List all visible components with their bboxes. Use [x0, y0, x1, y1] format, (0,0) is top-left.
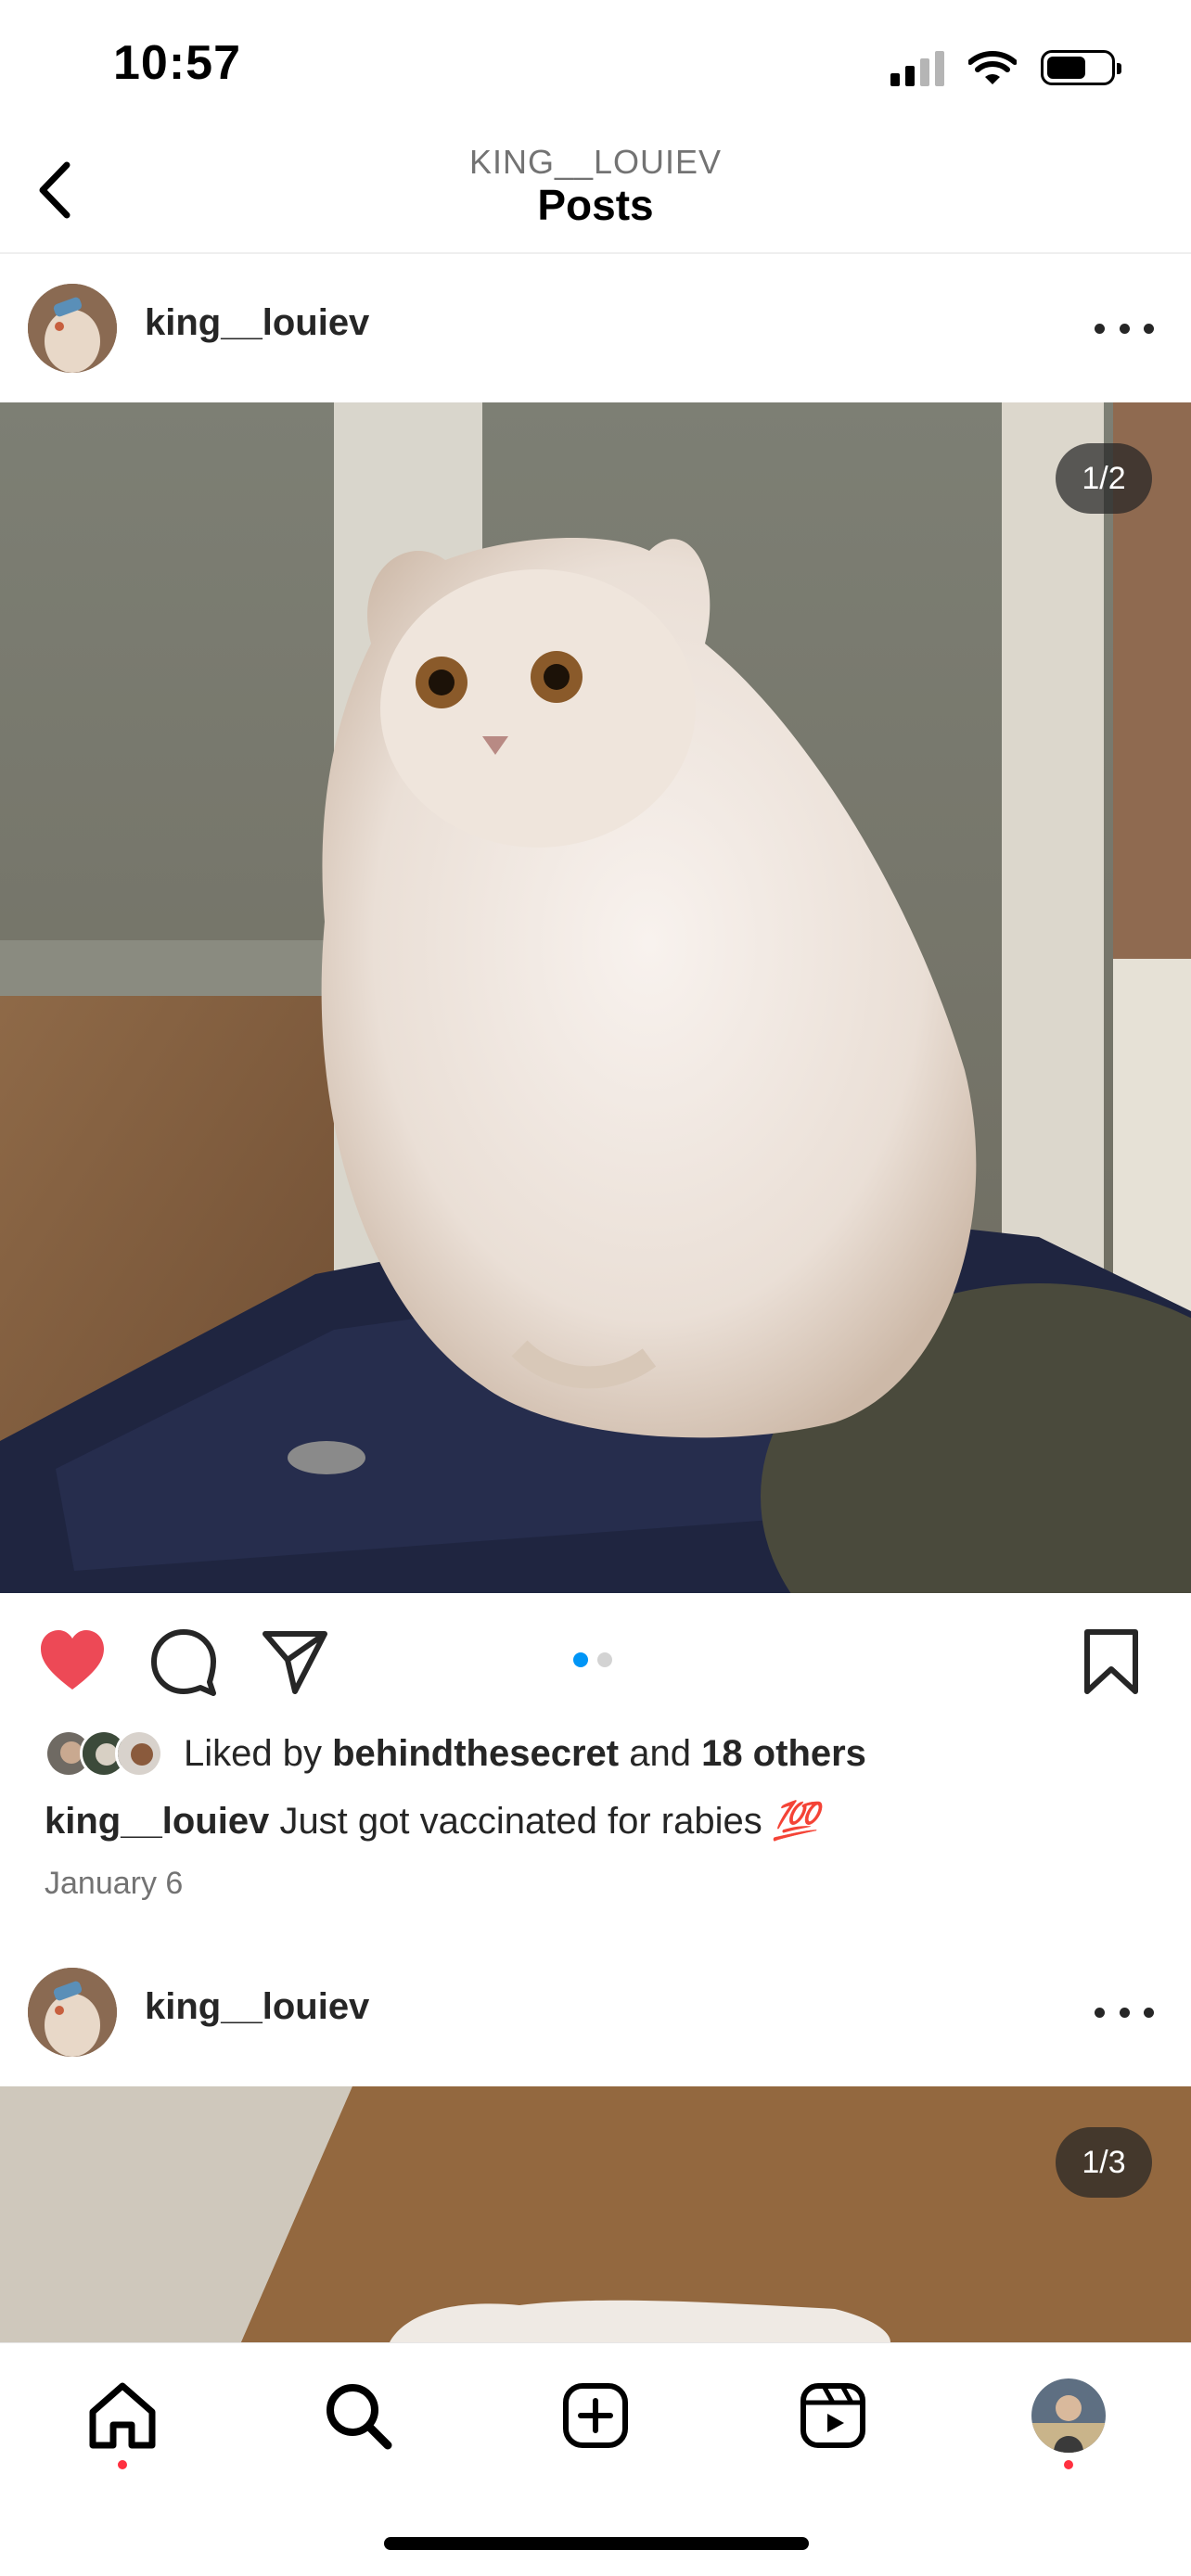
post-actions — [0, 1593, 1191, 1723]
post-photo[interactable]: 1/2 — [0, 402, 1191, 1593]
carousel-dot-active — [573, 1652, 588, 1667]
search-icon[interactable] — [321, 2378, 395, 2453]
post-header: king__louiev — [0, 254, 1191, 402]
status-icons — [890, 46, 1121, 89]
likes-prefix: Liked by — [184, 1732, 322, 1774]
battery-icon — [1041, 50, 1121, 85]
status-bar: 10:57 — [0, 0, 1191, 130]
carousel-dot — [597, 1652, 612, 1667]
profile-notification-dot — [1064, 2460, 1073, 2469]
home-indicator — [384, 2537, 809, 2550]
hundred-emoji: 💯 — [772, 1801, 819, 1842]
likes-summary[interactable]: Liked by behindthesecret and 18 others — [45, 1727, 866, 1780]
comment-icon[interactable] — [148, 1626, 219, 1697]
photo-counter: 1/3 — [1056, 2127, 1152, 2198]
share-send-icon[interactable] — [260, 1626, 330, 1697]
like-heart-icon[interactable] — [37, 1626, 108, 1697]
more-options-icon[interactable] — [1095, 1994, 1154, 2031]
caption-username[interactable]: king__louiev — [45, 1801, 269, 1842]
account-name: KING__LOUIEV — [468, 143, 723, 181]
avatar[interactable] — [28, 1968, 117, 2057]
nav-header: KING__LOUIEV Posts — [0, 130, 1191, 254]
post-caption: king__louiev Just got vaccinated for rab… — [45, 1799, 819, 1843]
photo-counter: 1/2 — [1056, 443, 1152, 514]
caption-text: Just got vaccinated for rabies — [279, 1801, 762, 1842]
likes-text: Liked by behindthesecret and 18 others — [184, 1733, 866, 1775]
cat-photo-image — [0, 2086, 1191, 2342]
wifi-icon — [968, 51, 1017, 84]
bookmark-save-icon[interactable] — [1076, 1626, 1146, 1697]
post-username[interactable]: king__louiev — [145, 302, 369, 344]
likes-others-count[interactable]: 18 others — [701, 1733, 866, 1774]
avatar — [115, 1729, 163, 1778]
avatar[interactable] — [28, 284, 117, 373]
new-post-icon[interactable] — [558, 2378, 633, 2453]
reels-icon[interactable] — [796, 2378, 870, 2453]
liker-avatars — [45, 1729, 163, 1778]
post-photo[interactable]: 1/3 — [0, 2086, 1191, 2342]
profile-avatar[interactable] — [1031, 2378, 1106, 2453]
cat-photo-image — [0, 402, 1191, 1593]
page-title: Posts — [537, 181, 654, 229]
home-notification-dot — [118, 2460, 127, 2469]
likes-joiner: and — [629, 1732, 691, 1774]
cellular-signal-icon — [890, 49, 944, 86]
more-options-icon[interactable] — [1095, 310, 1154, 347]
post-header: king__louiev — [0, 1938, 1191, 2086]
post-date[interactable]: January 6 — [45, 1866, 183, 1902]
post-username[interactable]: king__louiev — [145, 1986, 369, 2028]
liked-by-username[interactable]: behindthesecret — [332, 1733, 619, 1774]
home-icon[interactable] — [85, 2378, 160, 2453]
carousel-indicator — [573, 1652, 612, 1667]
status-time: 10:57 — [113, 36, 241, 90]
